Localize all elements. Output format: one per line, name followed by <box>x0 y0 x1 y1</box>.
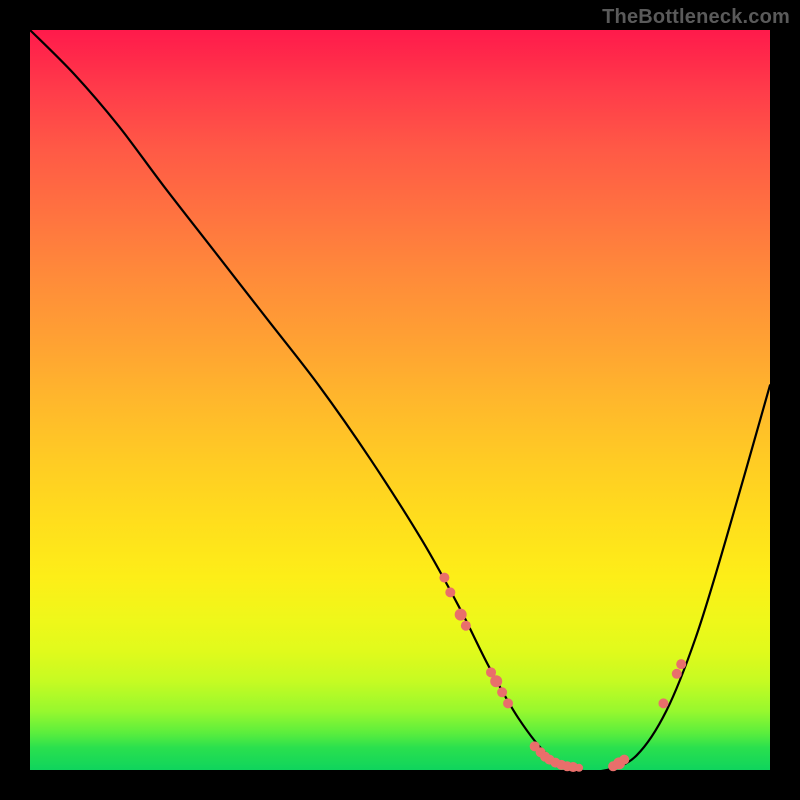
marker-dot <box>619 755 629 765</box>
marker-dot <box>672 669 682 679</box>
marker-dot <box>439 573 449 583</box>
marker-dot <box>455 609 467 621</box>
highlight-markers <box>439 573 686 772</box>
marker-dot <box>676 659 686 669</box>
plot-area <box>30 30 770 770</box>
watermark-text: TheBottleneck.com <box>602 6 790 29</box>
chart-frame: TheBottleneck.com <box>0 0 800 800</box>
curve-svg <box>30 30 770 770</box>
marker-dot <box>497 687 507 697</box>
marker-dot <box>658 698 668 708</box>
marker-dot <box>503 698 513 708</box>
marker-dot <box>461 621 471 631</box>
marker-dot <box>575 764 583 772</box>
bottleneck-curve <box>30 30 770 772</box>
marker-dot <box>490 675 502 687</box>
marker-dot <box>445 587 455 597</box>
